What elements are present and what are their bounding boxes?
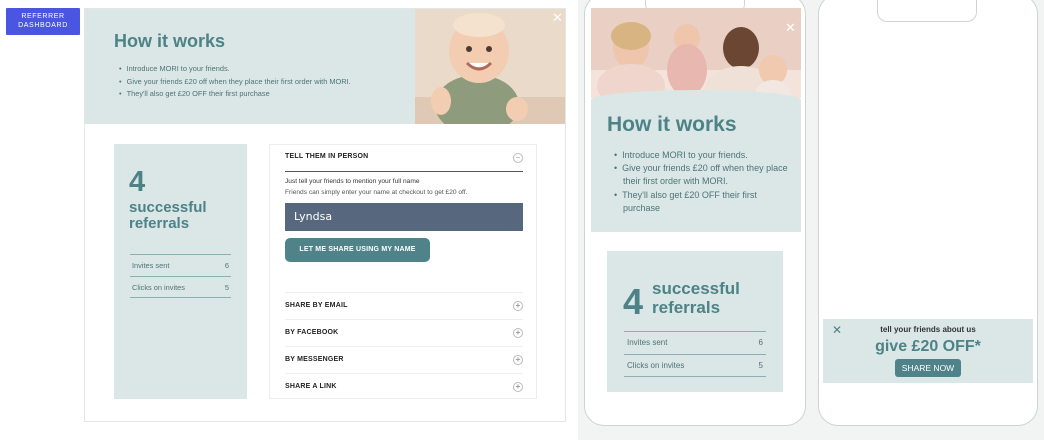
option-label: SHARE BY EMAIL <box>285 302 348 309</box>
share-by-facebook-option[interactable]: BY FACEBOOK + <box>285 319 523 346</box>
stat-row-clicks: Clicks on invites 5 <box>624 354 766 377</box>
referral-count-label: successful referrals <box>652 279 740 317</box>
share-now-button[interactable]: SHARE NOW <box>895 359 961 377</box>
stat-value: 6 <box>758 338 763 347</box>
share-options-panel: TELL THEM IN PERSON − Just tell your fri… <box>269 144 537 399</box>
divider <box>285 171 523 172</box>
expand-icon[interactable]: + <box>513 382 523 392</box>
referral-stats-card: 4 successful referrals Invites sent 6 Cl… <box>114 144 247 399</box>
stat-value: 5 <box>224 283 229 292</box>
family-photo <box>591 8 801 98</box>
close-icon[interactable]: ✕ <box>785 21 796 34</box>
expand-icon[interactable]: + <box>513 301 523 311</box>
step-item: Introduce MORI to your friends. <box>614 149 789 162</box>
share-a-link-option[interactable]: SHARE A LINK + <box>285 373 523 400</box>
how-it-works-hero: How it works Introduce MORI to your frie… <box>85 9 565 124</box>
step-item: They'll also get £20 OFF their first pur… <box>119 88 351 101</box>
canvas: REFERRER DASHBOARD How it works Introduc… <box>0 0 1044 440</box>
step-item: They'll also get £20 OFF their first pur… <box>614 189 789 215</box>
step-item: Give your friends £20 off when they plac… <box>119 76 351 89</box>
share-using-name-button[interactable]: LET ME SHARE USING MY NAME <box>285 238 430 262</box>
stat-value: 6 <box>224 261 229 270</box>
phone-notch <box>877 0 977 22</box>
stat-label: Invites sent <box>132 261 170 270</box>
hero-title: How it works <box>607 113 737 136</box>
stat-row-invites: Invites sent 6 <box>130 254 231 276</box>
tell-in-person-heading[interactable]: TELL THEM IN PERSON <box>285 153 368 160</box>
banner-headline: give £20 OFF* <box>875 338 981 355</box>
step-item: Give your friends £20 off when they plac… <box>614 162 789 188</box>
stat-label: Clicks on invites <box>132 283 185 292</box>
stat-value: 5 <box>758 361 763 370</box>
instruction-text: Just tell your friends to mention your f… <box>285 178 420 185</box>
baby-photo <box>415 9 565 124</box>
stat-row-invites: Invites sent 6 <box>624 331 766 354</box>
hero-title: How it works <box>114 31 226 51</box>
referral-stats-card: 4 successful referrals Invites sent 6 Cl… <box>607 251 783 392</box>
step-item: Introduce MORI to your friends. <box>119 63 351 76</box>
stat-label: Clicks on invites <box>627 361 685 370</box>
referrer-dashboard-badge[interactable]: REFERRER DASHBOARD <box>6 8 80 35</box>
expand-icon[interactable]: + <box>513 355 523 365</box>
family-illustration <box>591 8 801 98</box>
expand-icon[interactable]: + <box>513 328 523 338</box>
referral-count: 4 <box>623 281 644 322</box>
referral-count: 4 <box>129 166 146 198</box>
share-by-messenger-option[interactable]: BY MESSENGER + <box>285 346 523 373</box>
stat-label: Invites sent <box>627 338 668 347</box>
option-label: SHARE A LINK <box>285 383 337 390</box>
stat-row-clicks: Clicks on invites 5 <box>130 276 231 298</box>
share-banner: ✕ tell your friends about us give £20 OF… <box>823 319 1033 383</box>
option-label: BY MESSENGER <box>285 356 344 363</box>
share-by-email-option[interactable]: SHARE BY EMAIL + <box>285 292 523 319</box>
referrer-name-field[interactable]: Lyndsa <box>285 203 523 231</box>
mobile-preview-share-banner: ✕ tell your friends about us give £20 OF… <box>818 0 1038 426</box>
mobile-preview-how-it-works: ✕ How it works Introduce MORI to your fr… <box>584 0 806 426</box>
instruction-subtext: Friends can simply enter your name at ch… <box>285 189 468 196</box>
banner-tagline: tell your friends about us <box>880 325 976 334</box>
close-icon[interactable]: ✕ <box>552 11 563 24</box>
referral-count-label: successful referrals <box>129 199 207 232</box>
option-label: BY FACEBOOK <box>285 329 339 336</box>
baby-illustration <box>415 9 565 124</box>
collapse-icon[interactable]: − <box>513 153 523 163</box>
how-it-works-steps: Introduce MORI to your friends. Give you… <box>614 149 789 215</box>
desktop-referral-modal: How it works Introduce MORI to your frie… <box>84 8 566 422</box>
how-it-works-steps: Introduce MORI to your friends. Give you… <box>119 63 351 101</box>
